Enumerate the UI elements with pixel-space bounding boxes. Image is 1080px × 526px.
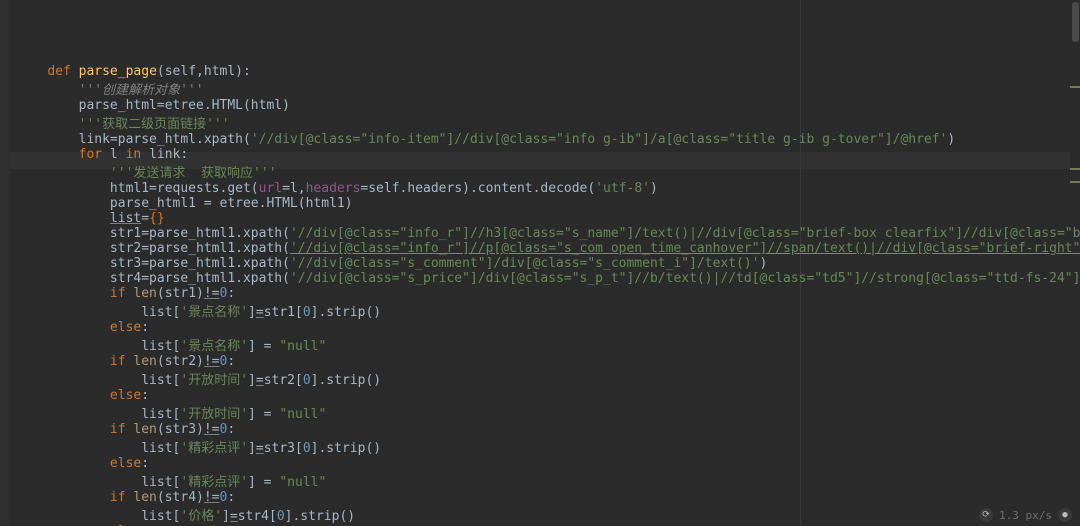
code-text[interactable]: def parse_page(self,html): '''创建解析对象''' … xyxy=(16,64,1080,526)
code-area[interactable]: def parse_page(self,html): '''创建解析对象''' … xyxy=(10,0,1080,526)
scrollbar-thumb[interactable] xyxy=(1072,2,1079,42)
editor-pane: def parse_page(self,html): '''创建解析对象''' … xyxy=(0,0,1080,526)
gutter[interactable] xyxy=(0,0,10,526)
